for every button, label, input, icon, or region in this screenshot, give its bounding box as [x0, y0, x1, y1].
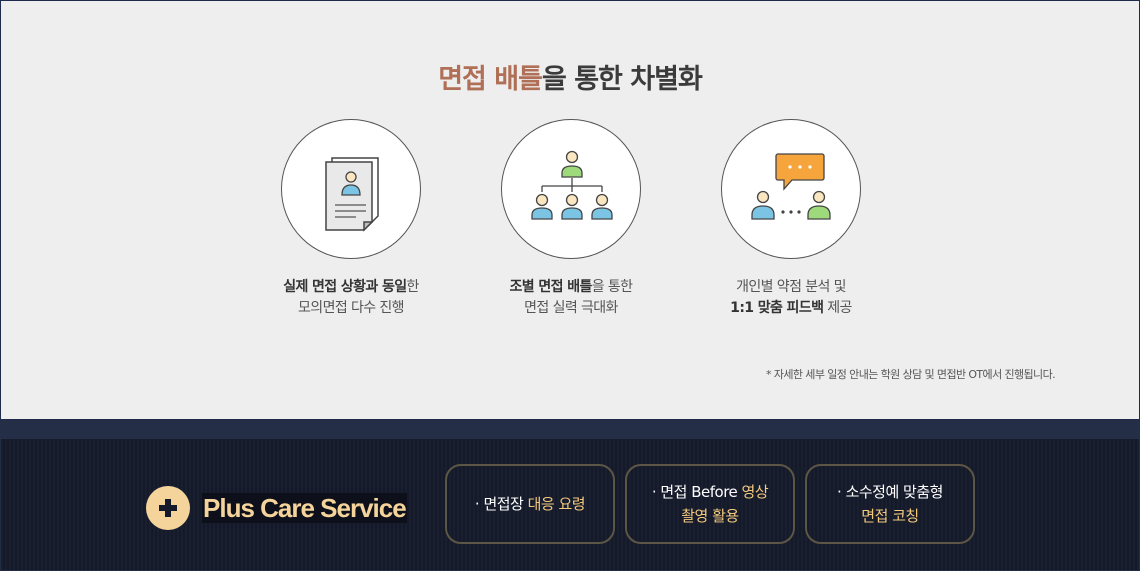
plus-care-panel: Plus Care Service · 면접장 대응 요령 · 면접 Befor… — [0, 439, 1140, 571]
service-highlight: 촬영 활용 — [681, 507, 739, 525]
feature-circle — [501, 119, 641, 259]
desc-bold: 1:1 맞춤 피드백 — [730, 300, 824, 316]
title-rest: 을 통한 차별화 — [541, 64, 703, 95]
schedule-note: * 자세한 세부 일정 안내는 학원 상담 및 면접반 OT에서 진행됩니다. — [766, 368, 1056, 381]
service-box-coaching[interactable]: · 소수정예 맞춤형 면접 코칭 — [805, 464, 975, 544]
desc-text: 한 — [406, 279, 420, 295]
plus-circle-icon — [146, 486, 190, 530]
desc-text: 면접 실력 극대화 — [524, 300, 618, 316]
service-highlight: 면접 코칭 — [861, 507, 919, 525]
plus-care-label: Plus Care Service — [202, 493, 407, 523]
desc-bold: 조별 면접 배틀 — [509, 279, 593, 295]
resume-document-icon — [325, 157, 379, 232]
group-hierarchy-icon — [531, 150, 613, 220]
service-text: · 면접 Before — [651, 483, 742, 501]
feature-desc: 개인별 약점 분석 및 1:1 맞춤 피드백 제공 — [661, 277, 921, 319]
desc-bold: 실제 면접 상황과 동일 — [283, 279, 407, 295]
desc-text: 제공 — [823, 300, 852, 316]
feature-circle — [721, 119, 861, 259]
intro-panel: 면접 배틀을 통한 차별화 실제 면접 상황과 동일한 모의면접 다수 진행 조… — [0, 0, 1140, 420]
feature-circle — [281, 119, 421, 259]
section-title: 면접 배틀을 통한 차별화 — [1, 57, 1139, 96]
feedback-chat-icon — [751, 153, 831, 220]
service-text: · 면접장 — [474, 495, 528, 513]
section-divider — [0, 420, 1140, 439]
service-highlight: 대응 요령 — [527, 495, 586, 513]
service-highlight: 영상 — [741, 483, 769, 501]
title-accent: 면접 배틀 — [438, 64, 543, 95]
service-box-video[interactable]: · 면접 Before 영상 촬영 활용 — [625, 464, 795, 544]
service-text: · 소수정예 맞춤형 — [837, 483, 943, 501]
desc-text: 모의면접 다수 진행 — [298, 300, 405, 316]
desc-text: 개인별 약점 분석 및 — [736, 279, 846, 295]
desc-text: 을 통한 — [591, 279, 633, 295]
service-box-response-tips[interactable]: · 면접장 대응 요령 — [445, 464, 615, 544]
